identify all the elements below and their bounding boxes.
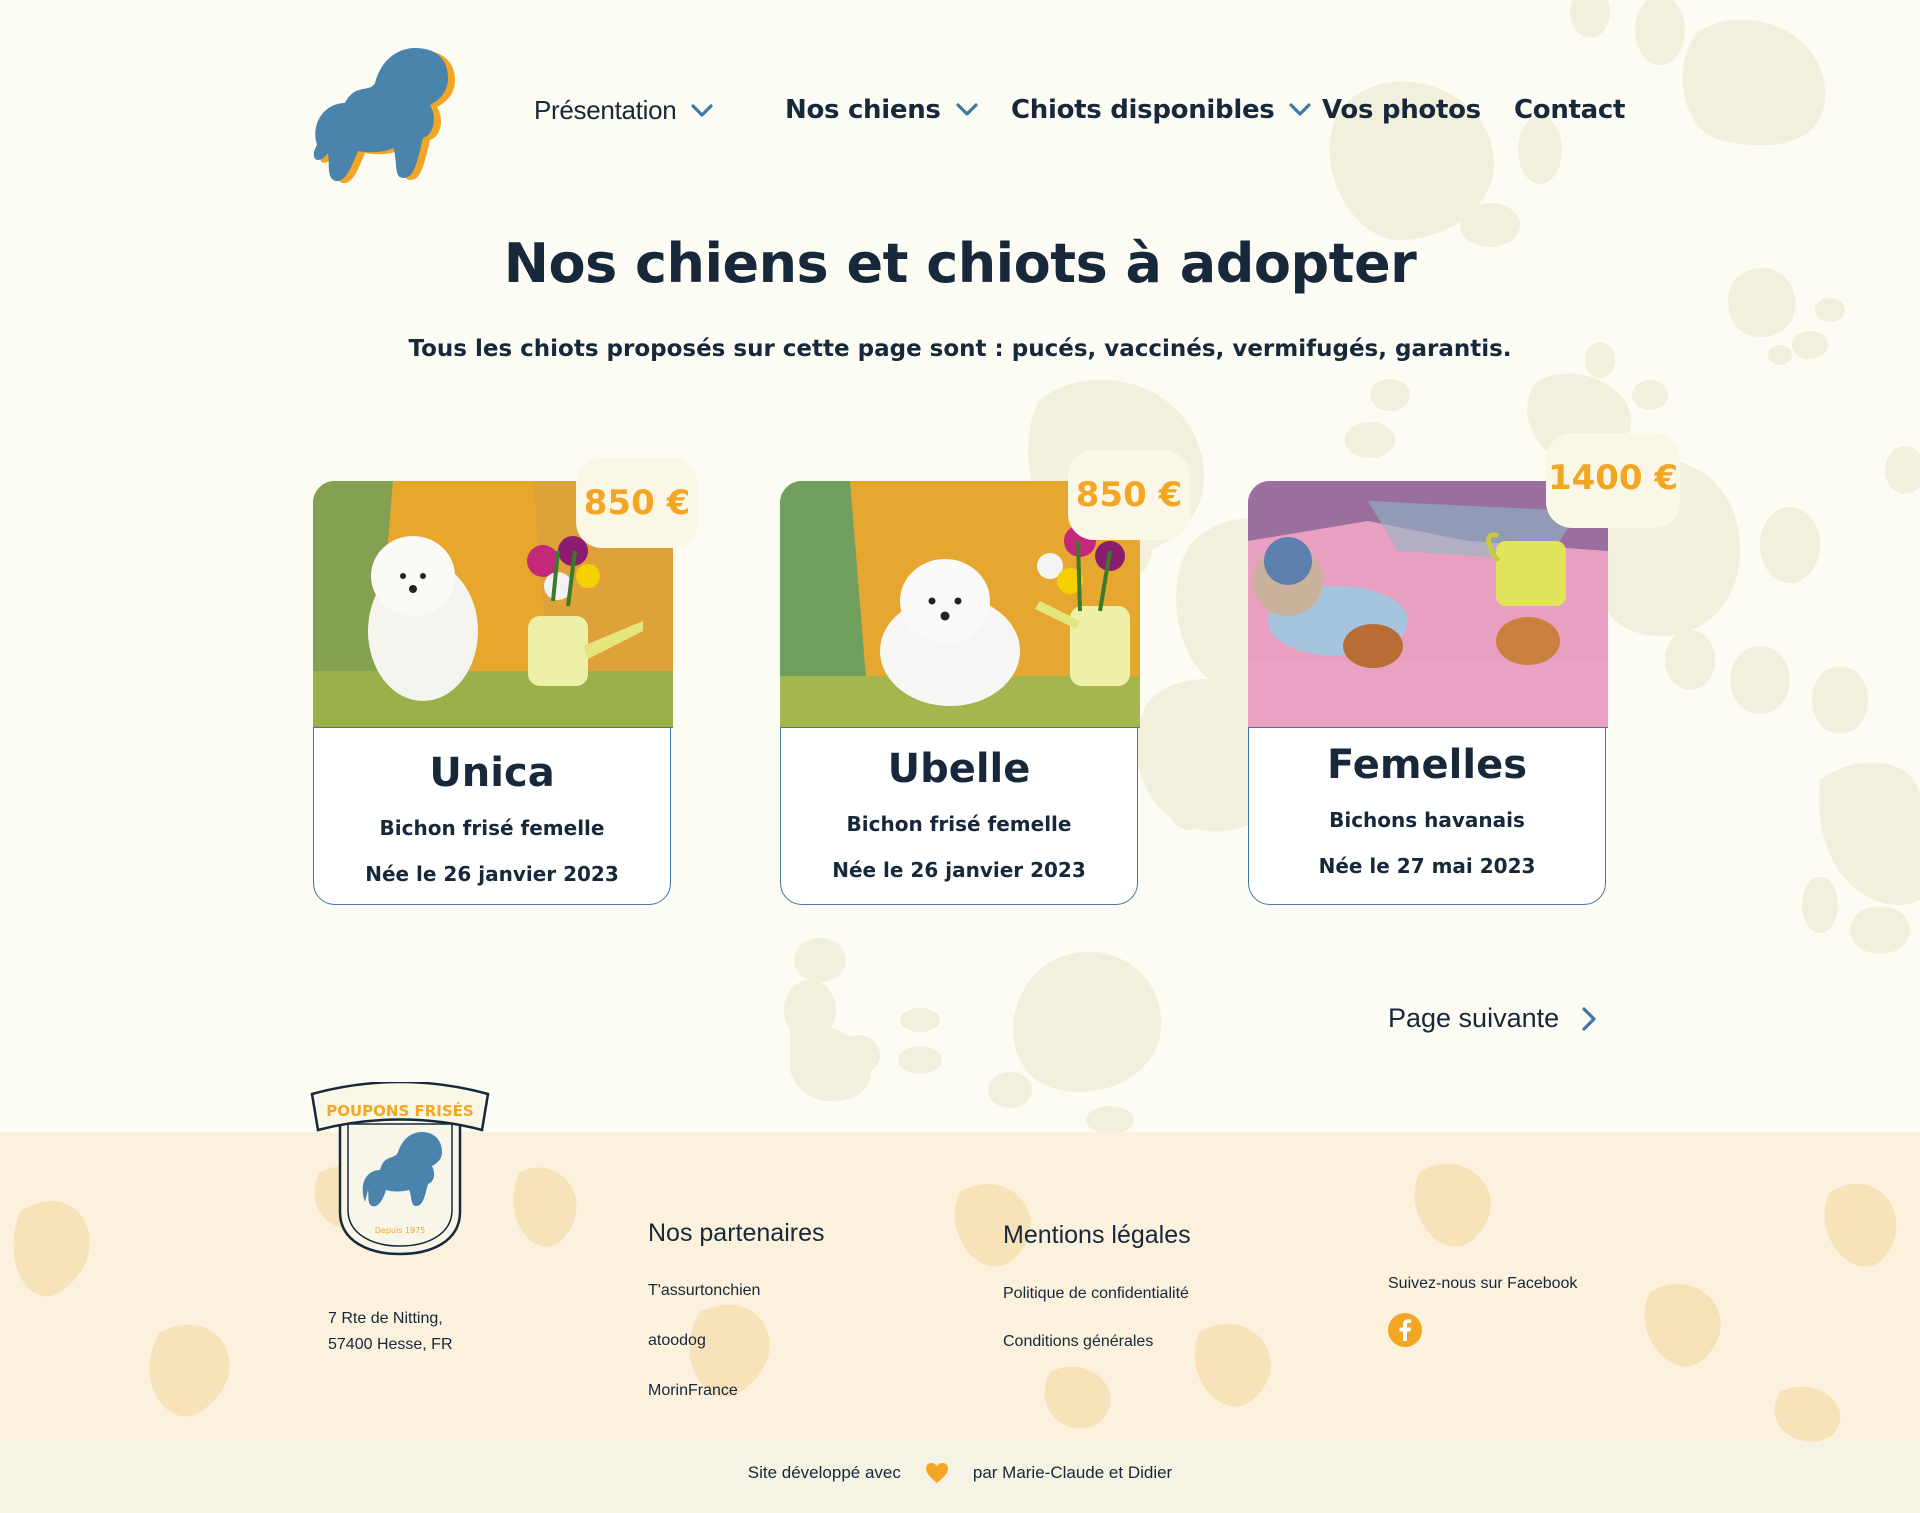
footer xyxy=(0,1132,1920,1442)
nav-item-chiots-disponibles[interactable]: Chiots disponibles xyxy=(1011,95,1312,125)
legal-heading: Mentions légales xyxy=(1003,1221,1191,1249)
dog-name: Femelles xyxy=(1327,742,1527,788)
nav-item-label: Présentation xyxy=(534,95,677,125)
partner-link[interactable]: atoodog xyxy=(648,1332,706,1350)
nav-item-label: Chiots disponibles xyxy=(1011,95,1275,125)
chevron-down-icon xyxy=(691,103,713,117)
credit-before: Site développé avec xyxy=(747,1463,901,1482)
price-badge: 1400 € xyxy=(1546,433,1680,528)
dog-breed: Bichons havanais xyxy=(1329,808,1525,832)
footer-texture xyxy=(13,1163,1897,1442)
address-line: 7 Rte de Nitting, xyxy=(328,1310,443,1327)
heart-icon xyxy=(925,1463,948,1483)
poupons-frises-badge-logo: POUPONS FRISÉS Depuis 1975 xyxy=(310,1082,490,1256)
nav-item-label: Nos chiens xyxy=(785,95,941,125)
credit-after: par Marie-Claude et Didier xyxy=(972,1463,1173,1482)
dog-card-femelles[interactable]: Femelles Bichons havanais Née le 27 mai … xyxy=(1248,481,1608,905)
dog-birth-date: Née le 26 janvier 2023 xyxy=(832,858,1086,882)
address-line: 57400 Hesse, FR xyxy=(328,1336,453,1353)
badge-text: POUPONS FRISÉS xyxy=(326,1101,473,1120)
price-badge: 850 € xyxy=(1068,450,1190,540)
chevron-down-icon xyxy=(1289,103,1312,116)
main-nav: Présentation Nos chiens Chiots disponibl… xyxy=(0,95,1920,135)
dog-birth-date: Née le 26 janvier 2023 xyxy=(365,862,619,886)
facebook-follow-label: Suivez-nous sur Facebook xyxy=(1388,1275,1578,1292)
partner-link[interactable]: T'assurtonchien xyxy=(648,1282,760,1300)
page-subtitle: Tous les chiots proposés sur cette page … xyxy=(408,336,1512,362)
nav-item-label: Vos photos xyxy=(1322,95,1481,125)
dog-breed: Bichon frisé femelle xyxy=(379,816,605,840)
dog-name: Ubelle xyxy=(887,746,1031,792)
dog-breed: Bichon frisé femelle xyxy=(846,812,1072,836)
legal-link-privacy[interactable]: Politique de confidentialité xyxy=(1003,1285,1189,1303)
dog-birth-date: Née le 27 mai 2023 xyxy=(1318,854,1536,878)
chevron-down-icon xyxy=(956,103,978,116)
facebook-icon[interactable] xyxy=(1387,1312,1423,1348)
next-page-label: Page suivante xyxy=(1388,1003,1560,1033)
price-badge: 850 € xyxy=(576,458,698,548)
partner-link[interactable]: MorinFrance xyxy=(648,1382,738,1400)
legal-link-terms[interactable]: Conditions générales xyxy=(1003,1333,1153,1351)
chevron-right-icon xyxy=(1582,1006,1596,1031)
partners-heading: Nos partenaires xyxy=(648,1219,825,1247)
nav-item-presentation[interactable]: Présentation xyxy=(534,95,714,126)
footer-address: 7 Rte de Nitting, 57400 Hesse, FR xyxy=(328,1306,453,1358)
dog-name: Unica xyxy=(429,750,555,796)
nav-item-label: Contact xyxy=(1514,95,1626,125)
page-title: Nos chiens et chiots à adopter xyxy=(503,232,1417,295)
nav-item-contact[interactable]: Contact xyxy=(1514,95,1625,125)
nav-item-nos-chiens[interactable]: Nos chiens xyxy=(785,95,979,125)
badge-since: Depuis 1975 xyxy=(375,1226,426,1235)
credits-text: Site développé avec par Marie-Claude et … xyxy=(0,1462,1920,1484)
next-page-link[interactable]: Page suivante xyxy=(1388,1003,1597,1034)
nav-item-vos-photos[interactable]: Vos photos xyxy=(1322,95,1481,125)
dog-card-ubelle[interactable]: Ubelle Bichon frisé femelle Née le 26 ja… xyxy=(780,481,1140,905)
